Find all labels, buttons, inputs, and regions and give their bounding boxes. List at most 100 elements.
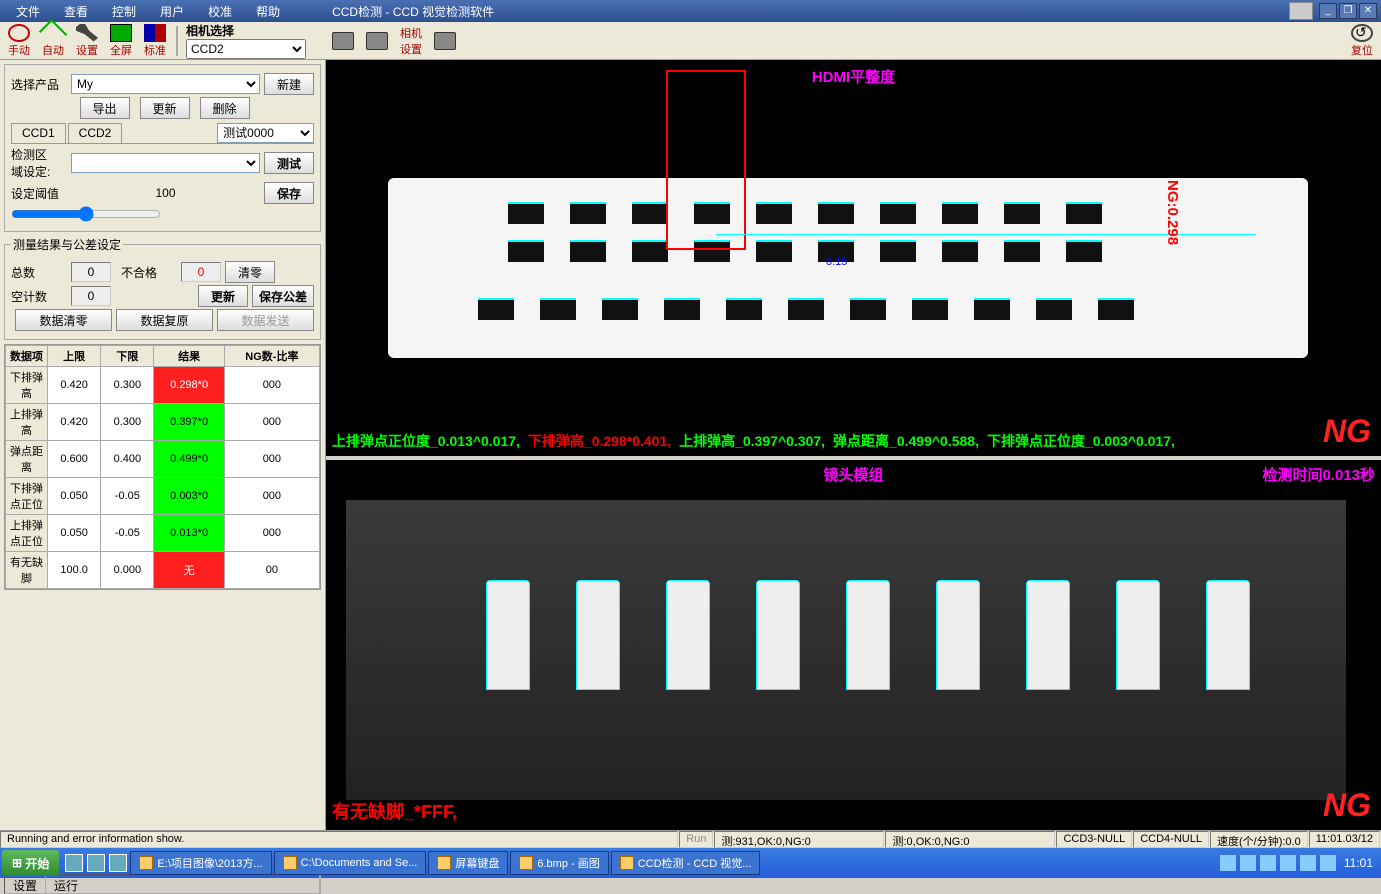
minimize-icon[interactable]: _: [1319, 3, 1337, 19]
maximize-icon[interactable]: ❐: [1339, 3, 1357, 19]
ng-indicator-bottom: NG: [1323, 787, 1371, 824]
product-group: 选择产品 My 新建 导出 更新 删除 CCD1 CCD2 测试0000 检测区…: [4, 64, 321, 232]
table-row[interactable]: 有无缺脚100.00.000无00: [6, 552, 320, 589]
statusbar: Running and error information show. Run …: [0, 830, 1381, 848]
clear-button[interactable]: 清零: [225, 261, 275, 283]
folder-icon: [139, 856, 153, 870]
close-icon[interactable]: ✕: [1359, 3, 1377, 19]
auto-button[interactable]: 自动: [42, 24, 64, 58]
status-ccd3: CCD3-NULL: [1056, 831, 1132, 848]
status-time: 11:01.03/12: [1309, 831, 1380, 848]
task-item[interactable]: C:\Documents and Se...: [274, 851, 427, 875]
area-combo[interactable]: [71, 153, 260, 173]
data-send-button[interactable]: 数据发送: [217, 309, 314, 331]
menu-file[interactable]: 文件: [4, 1, 52, 22]
camera-pane-top[interactable]: HDMI平整度 0.15 NG:0.298 上排弹点正位度_0.013^0.01…: [326, 60, 1381, 460]
tab-ccd2[interactable]: CCD2: [68, 123, 123, 143]
tab-ccd1[interactable]: CCD1: [11, 123, 66, 143]
titlebar: 文件 查看 控制 用户 校准 帮助 CCD检测 - CCD 视觉检测软件 _ ❐…: [0, 0, 1381, 22]
task-item[interactable]: CCD检测 - CCD 视觉...: [611, 851, 761, 875]
task-item[interactable]: 6.bmp - 画图: [510, 851, 608, 875]
row-item: 上排弹高: [6, 404, 48, 441]
camera1-icon: [332, 32, 354, 50]
wrench-icon: [76, 24, 98, 42]
save-button[interactable]: 保存: [264, 182, 314, 204]
table-row[interactable]: 上排弹高0.4200.3000.397*0000: [6, 404, 320, 441]
row-item: 有无缺脚: [6, 552, 48, 589]
readout-bar: 上排弹点正位度_0.013^0.017,下排弹高_0.298*0.401,上排弹…: [330, 430, 1177, 452]
camera-pane-bottom[interactable]: 镜头模组 检测时间0.013秒 有无缺脚_*FFF, NG: [326, 460, 1381, 830]
taskbar: ⊞ 开始 E:\项目图像\2013方...C:\Documents and Se…: [0, 848, 1381, 878]
grid-header: NG数-比率: [224, 346, 319, 367]
cam-tool-2[interactable]: [366, 32, 388, 50]
cam-tool-1[interactable]: [332, 32, 354, 50]
readout-bottom: 有无缺脚_*FFF,: [332, 798, 457, 824]
camera-select[interactable]: CCD2: [186, 39, 306, 59]
folder-icon: [437, 856, 451, 870]
menu-help[interactable]: 帮助: [244, 1, 292, 22]
tray-icon-2[interactable]: [1240, 855, 1256, 871]
settings-button[interactable]: 设置: [76, 24, 98, 58]
grid-header: 上限: [48, 346, 101, 367]
update-button[interactable]: 更新: [140, 97, 190, 119]
tray-icon-3[interactable]: [1260, 855, 1276, 871]
tray-icon-6[interactable]: [1320, 855, 1336, 871]
detect-time-label: 检测时间0.013秒: [1262, 464, 1375, 485]
ng-label: 不合格: [121, 264, 181, 281]
threshold-slider[interactable]: [11, 206, 161, 222]
save-tolerance-button[interactable]: 保存公差: [252, 285, 314, 307]
camera3-icon: [434, 32, 456, 50]
table-row[interactable]: 弹点距离0.6000.4000.499*0000: [6, 441, 320, 478]
run-status[interactable]: 运行: [46, 875, 320, 893]
reset-icon: [1351, 24, 1373, 42]
start-button[interactable]: ⊞ 开始: [2, 850, 59, 876]
quick-launch-2[interactable]: [87, 854, 105, 872]
table-row[interactable]: 下排弹点正位0.050-0.050.003*0000: [6, 478, 320, 515]
data-restore-button[interactable]: 数据复原: [116, 309, 213, 331]
row-item: 上排弹点正位: [6, 515, 48, 552]
tray-icon-1[interactable]: [1220, 855, 1236, 871]
camera-icon[interactable]: [1289, 2, 1313, 20]
grid-header: 数据项: [6, 346, 48, 367]
table-row[interactable]: 下排弹高0.4200.3000.298*0000: [6, 367, 320, 404]
viewport: HDMI平整度 0.15 NG:0.298 上排弹点正位度_0.013^0.01…: [326, 60, 1381, 830]
refresh-button[interactable]: 更新: [198, 285, 248, 307]
standard-button[interactable]: 标准: [144, 24, 166, 58]
export-button[interactable]: 导出: [80, 97, 130, 119]
grid-header: 结果: [154, 346, 224, 367]
menu-user[interactable]: 用户: [148, 1, 196, 22]
new-button[interactable]: 新建: [264, 73, 314, 95]
manual-button[interactable]: 手动: [8, 24, 30, 58]
fullscreen-button[interactable]: 全屏: [110, 24, 132, 58]
test-combo[interactable]: 测试0000: [217, 123, 314, 143]
row-item: 下排弹高: [6, 367, 48, 404]
quick-launch-3[interactable]: [109, 854, 127, 872]
reset-button[interactable]: 复位: [1351, 24, 1373, 58]
menu-calibrate[interactable]: 校准: [196, 1, 244, 22]
app-title: CCD检测 - CCD 视觉检测软件: [332, 3, 494, 20]
measurement-group: 测量结果与公差设定 总数 0 不合格 0 清零 空计数 0 更新 保存公差 数据…: [4, 236, 321, 340]
roi-red-box: [666, 70, 746, 250]
threshold-value: 100: [71, 186, 260, 200]
task-item[interactable]: 屏幕键盘: [428, 851, 508, 875]
data-clear-button[interactable]: 数据清零: [15, 309, 112, 331]
cam-settings-button[interactable]: 相机 设置: [400, 25, 422, 57]
status-run: Run: [679, 831, 713, 848]
cam-tool-3[interactable]: [434, 32, 456, 50]
tray-icon-4[interactable]: [1280, 855, 1296, 871]
system-tray[interactable]: 11:01: [1212, 855, 1379, 871]
settings-status[interactable]: 设置: [5, 875, 46, 893]
quick-launch-1[interactable]: [65, 854, 83, 872]
flag-icon: [144, 24, 166, 42]
results-grid[interactable]: 数据项上限下限结果NG数-比率下排弹高0.4200.3000.298*0000上…: [4, 344, 321, 590]
product-combo[interactable]: My: [71, 74, 260, 94]
tray-icon-5[interactable]: [1300, 855, 1316, 871]
table-row[interactable]: 上排弹点正位0.050-0.050.013*0000: [6, 515, 320, 552]
test-button[interactable]: 测试: [264, 152, 314, 174]
threshold-label: 设定阈值: [11, 185, 71, 202]
menu-view[interactable]: 查看: [52, 1, 100, 22]
task-item[interactable]: E:\项目图像\2013方...: [130, 851, 271, 875]
folder-icon: [620, 856, 634, 870]
menu-control[interactable]: 控制: [100, 1, 148, 22]
delete-button[interactable]: 删除: [200, 97, 250, 119]
